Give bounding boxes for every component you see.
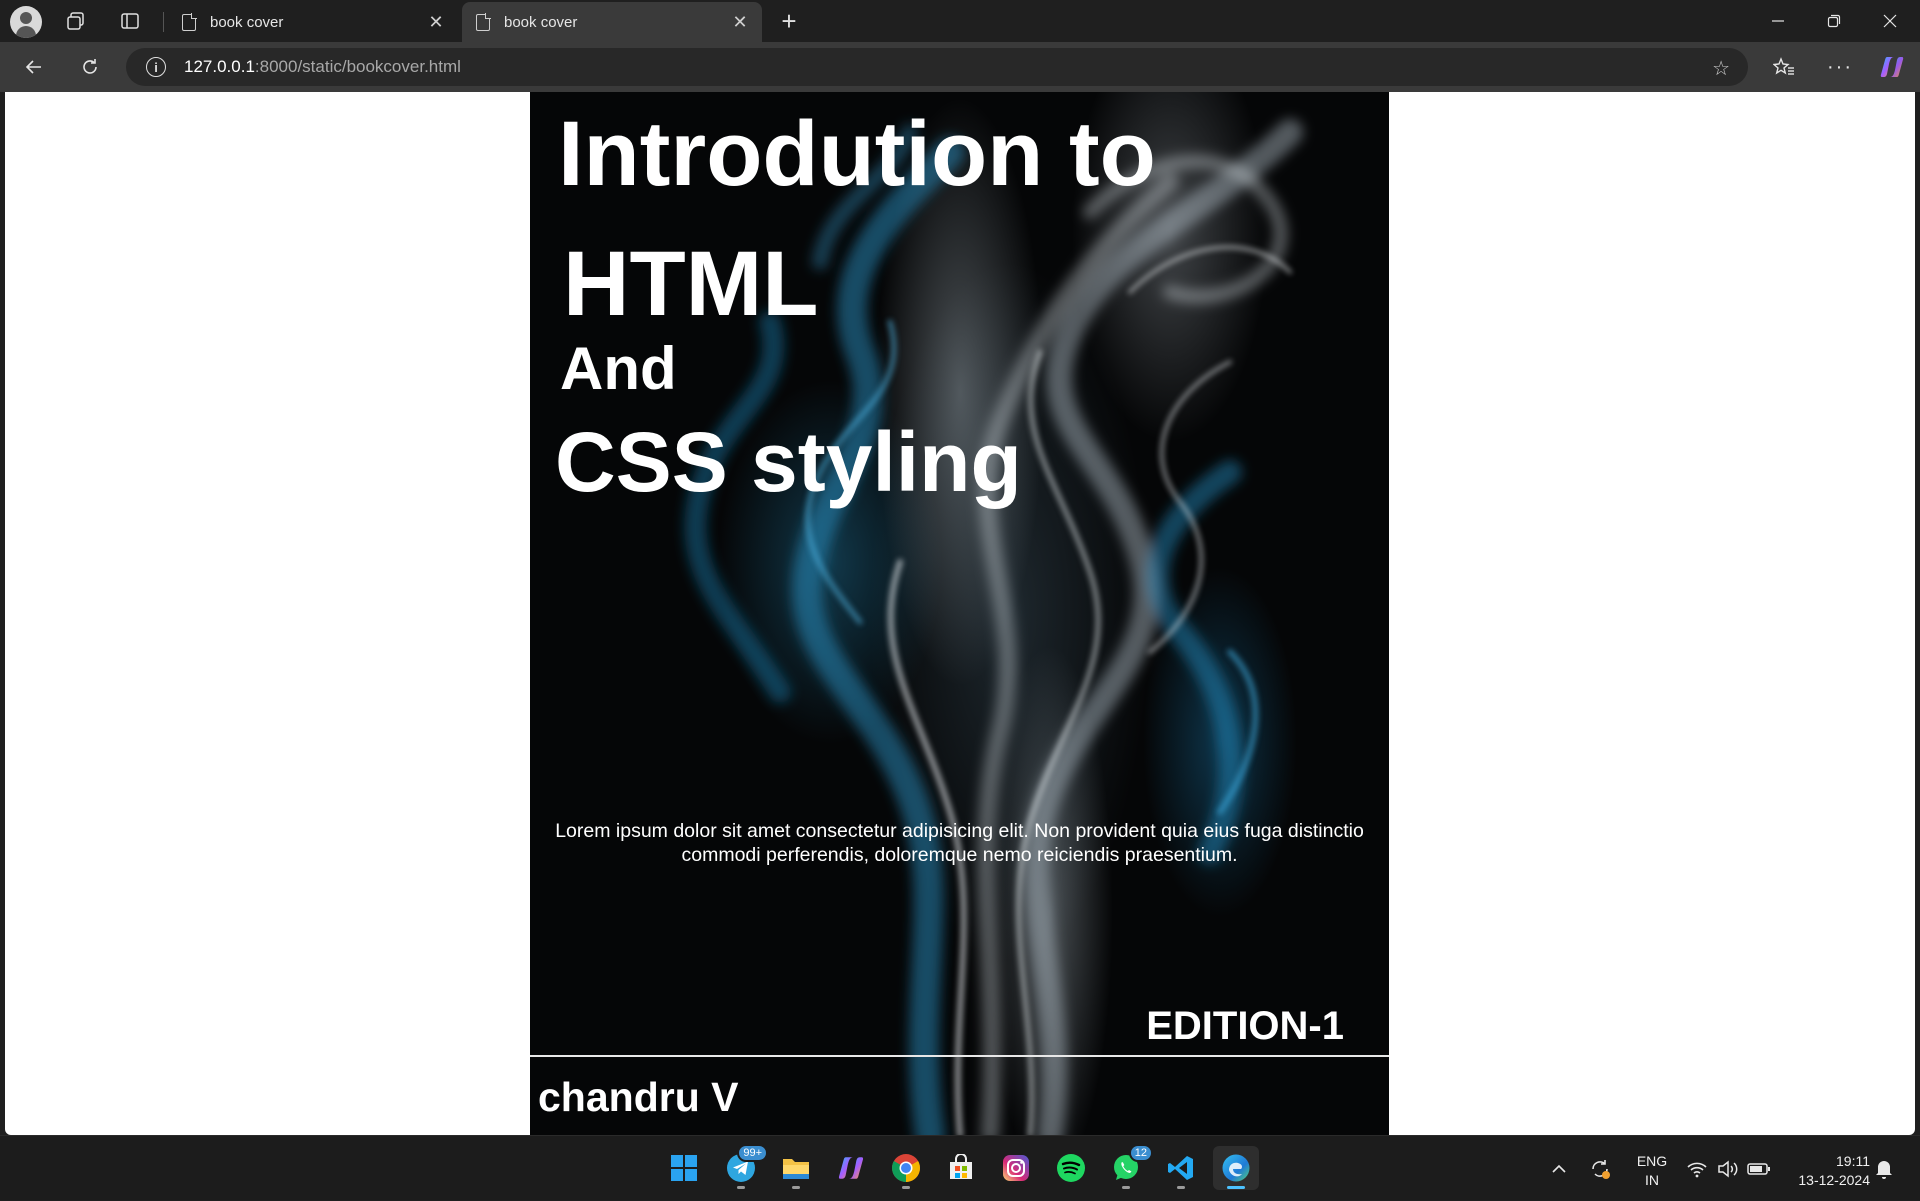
microsoft-store-app[interactable] — [938, 1146, 984, 1190]
instagram-icon — [1003, 1155, 1029, 1181]
edge-icon — [1222, 1154, 1250, 1182]
network-volume-battery[interactable] — [1686, 1136, 1772, 1201]
cover-title-line-2: HTML — [563, 233, 819, 335]
page-viewport: Introdution to HTML And CSS styling Lore… — [5, 92, 1915, 1135]
profile-avatar[interactable] — [10, 6, 42, 38]
workspaces-icon[interactable] — [56, 5, 96, 37]
cover-blurb: Lorem ipsum dolor sit amet consectetur a… — [555, 820, 1364, 866]
favorites-icon[interactable] — [1766, 50, 1802, 84]
bell-icon — [1876, 1160, 1892, 1179]
edition-label: EDITION-1 — [1146, 1004, 1344, 1048]
cover-title-line-1: Introdution to — [558, 103, 1156, 205]
windows-icon — [671, 1155, 697, 1181]
instagram-app[interactable] — [993, 1146, 1039, 1190]
chevron-up-icon — [1552, 1164, 1566, 1173]
edge-app[interactable] — [1213, 1146, 1259, 1190]
vscode-icon — [1168, 1156, 1193, 1180]
spotify-app[interactable] — [1048, 1146, 1094, 1190]
divider — [530, 1055, 1389, 1057]
browser-titlebar: book cover ✕ book cover ✕ + — [0, 0, 1920, 42]
cover-title-line-4: CSS styling — [555, 415, 1022, 509]
tab-title: book cover — [504, 13, 578, 31]
restore-icon[interactable] — [1806, 0, 1862, 42]
file-explorer-app[interactable] — [773, 1146, 819, 1190]
chrome-app[interactable] — [883, 1146, 929, 1190]
cover-title-line-3: And — [560, 335, 677, 402]
browser-toolbar: i 127.0.0.1:8000/static/bookcover.html ☆… — [0, 42, 1920, 92]
minimize-icon[interactable] — [1750, 0, 1806, 42]
close-window-icon[interactable] — [1862, 0, 1918, 42]
refresh-icon[interactable] — [72, 50, 108, 84]
clock-time: 19:11 — [1836, 1153, 1870, 1169]
copilot-app[interactable] — [828, 1146, 874, 1190]
tab-separator — [163, 12, 164, 32]
windows-taskbar: 99+ 12 ENG IN 19:11 13-12-2024 — [0, 1135, 1920, 1200]
tab-book-cover-1[interactable]: book cover ✕ — [168, 2, 458, 42]
store-icon — [950, 1154, 972, 1179]
tab-book-cover-2[interactable]: book cover ✕ — [462, 2, 762, 42]
telegram-app[interactable]: 99+ — [718, 1144, 768, 1190]
vertical-tabs-icon[interactable] — [110, 5, 150, 37]
volume-icon — [1718, 1159, 1738, 1178]
language-indicator[interactable]: ENG IN — [1630, 1152, 1674, 1190]
clock[interactable]: 19:11 13-12-2024 — [1780, 1152, 1870, 1190]
telegram-badge: 99+ — [737, 1144, 768, 1162]
favorite-star-icon[interactable]: ☆ — [1712, 56, 1730, 81]
clock-date: 13-12-2024 — [1798, 1172, 1870, 1188]
url-text: 127.0.0.1:8000/static/bookcover.html — [184, 57, 461, 76]
site-info-icon[interactable]: i — [146, 57, 166, 77]
region-code: IN — [1645, 1172, 1659, 1188]
battery-icon — [1747, 1162, 1770, 1175]
whatsapp-badge: 12 — [1128, 1144, 1153, 1162]
author-name: chandru V — [538, 1074, 739, 1120]
show-hidden-icons[interactable] — [1550, 1136, 1568, 1201]
copilot-icon — [838, 1157, 864, 1179]
book-cover: Introdution to HTML And CSS styling Lore… — [530, 92, 1389, 1135]
address-bar[interactable]: i 127.0.0.1:8000/static/bookcover.html ☆ — [126, 48, 1748, 86]
close-tab-icon[interactable]: ✕ — [726, 8, 754, 36]
whatsapp-app[interactable]: 12 — [1103, 1144, 1153, 1190]
start-button[interactable] — [661, 1146, 707, 1190]
folder-icon — [783, 1159, 809, 1179]
vscode-app[interactable] — [1158, 1146, 1204, 1190]
sync-status[interactable] — [1588, 1136, 1612, 1201]
page-icon — [182, 12, 197, 31]
notifications-button[interactable] — [1874, 1136, 1894, 1201]
copilot-icon[interactable] — [1874, 50, 1910, 84]
page-icon — [476, 12, 491, 31]
back-icon[interactable] — [16, 50, 52, 84]
close-tab-icon[interactable]: ✕ — [422, 8, 450, 36]
chrome-icon — [892, 1154, 920, 1182]
sync-icon — [1592, 1159, 1610, 1179]
tab-title: book cover — [210, 13, 284, 31]
language-code: ENG — [1636, 1153, 1668, 1169]
more-options-icon[interactable]: ··· — [1822, 50, 1858, 84]
new-tab-icon[interactable]: + — [774, 6, 804, 36]
spotify-icon — [1057, 1154, 1085, 1182]
wifi-icon — [1687, 1162, 1707, 1177]
